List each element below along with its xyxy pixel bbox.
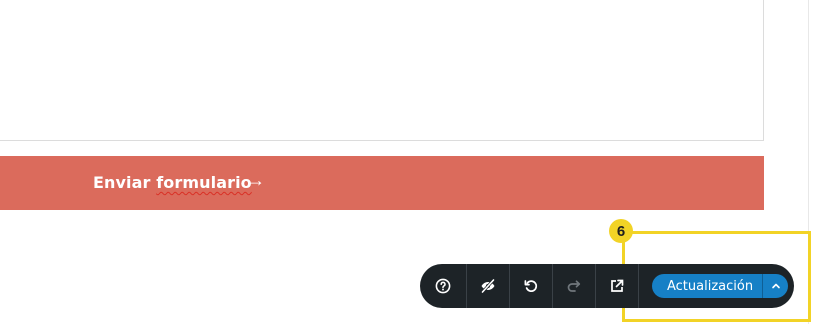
undo-icon: [524, 280, 538, 292]
editor-bottom-toolbar: Actualización: [420, 264, 794, 308]
help-button[interactable]: [420, 264, 467, 308]
tutorial-step-badge: 6: [609, 219, 633, 243]
hide-button[interactable]: [467, 264, 510, 308]
help-icon: [435, 278, 451, 294]
hide-icon: [481, 278, 495, 294]
submit-form-button[interactable]: Enviar formulario →: [0, 156, 764, 210]
preview-external-button[interactable]: [596, 264, 639, 308]
update-options-toggle[interactable]: [762, 274, 789, 298]
update-button-group: Actualización: [652, 274, 789, 298]
arrow-right-icon: →: [247, 170, 265, 190]
redo-icon: [567, 280, 581, 292]
spellcheck-word: formulario: [156, 173, 252, 192]
update-button[interactable]: Actualización: [652, 274, 763, 298]
external-link-icon: [611, 279, 624, 292]
chevron-up-icon: [771, 283, 780, 289]
submit-form-label: Enviar formulario: [93, 173, 252, 192]
form-field-area[interactable]: [0, 0, 764, 141]
redo-button[interactable]: [553, 264, 596, 308]
undo-button[interactable]: [510, 264, 553, 308]
